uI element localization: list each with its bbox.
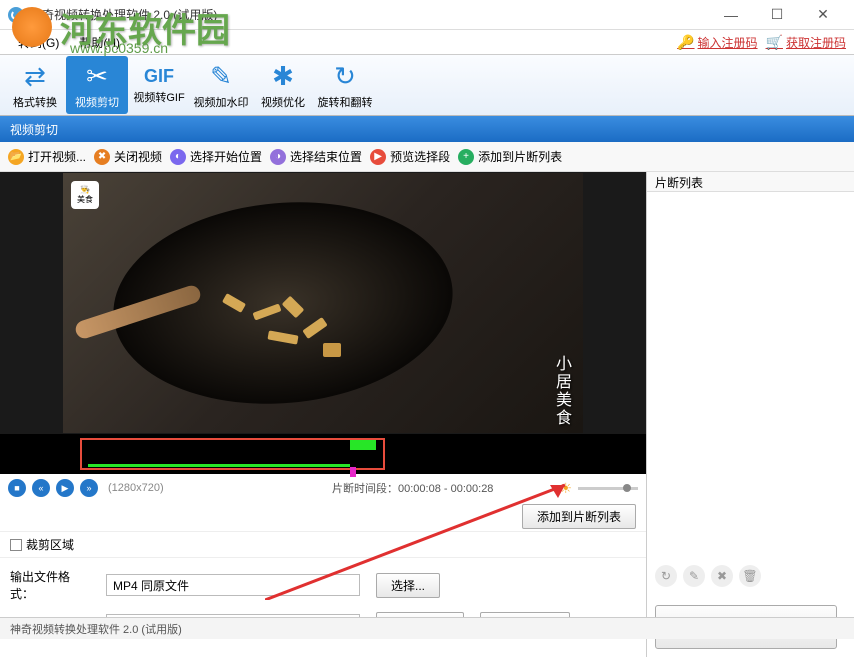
timeline[interactable]	[0, 434, 646, 474]
play-circle-icon: ▶	[370, 149, 386, 165]
clip-list-header: 片断列表	[647, 172, 854, 192]
crop-checkbox[interactable]	[10, 539, 22, 551]
add-to-list-button[interactable]: +添加到片断列表	[458, 148, 562, 165]
gif-icon: GIF	[144, 66, 174, 87]
format-input[interactable]	[106, 574, 360, 596]
stop-button[interactable]: ■	[8, 479, 26, 497]
menu-navigate[interactable]: 转到(G)	[8, 34, 69, 51]
enter-code-link[interactable]: 🔑输入注册码	[677, 34, 757, 51]
brightness-slider[interactable]	[578, 487, 638, 490]
clip-list[interactable]	[647, 192, 854, 557]
section-header: 视频剪切	[0, 116, 854, 142]
close-circle-icon: ✖	[94, 149, 110, 165]
select-start-button[interactable]: ◐选择开始位置	[170, 148, 262, 165]
tool-format-convert[interactable]: ⇄格式转换	[4, 56, 66, 114]
action-bar: 📂打开视频... ✖关闭视频 ◐选择开始位置 ◑选择结束位置 ▶预览选择段 +添…	[0, 142, 854, 172]
crop-icon: ✂	[86, 61, 108, 92]
output-section: 输出文件格式： 选择... 输出到目录： 更改目录... 打开文件夹	[0, 558, 646, 657]
sparkle-icon: ✱	[272, 61, 294, 92]
refresh-clip-icon[interactable]: ↻	[655, 565, 677, 587]
app-icon	[8, 7, 24, 23]
menu-help[interactable]: 帮助(H)	[69, 34, 130, 51]
close-video-button[interactable]: ✖关闭视频	[94, 148, 162, 165]
tool-rotate[interactable]: ↻旋转和翻转	[314, 56, 376, 114]
source-logo-icon: 👨‍🍳美食	[71, 181, 99, 209]
forward-button[interactable]: »	[80, 479, 98, 497]
tool-optimize[interactable]: ✱视频优化	[252, 56, 314, 114]
video-caption: 小居美食	[549, 355, 573, 427]
menu-bar: 转到(G) 帮助(H) 🔑输入注册码 🛒获取注册码	[0, 30, 854, 54]
key-icon: 🔑	[677, 34, 694, 51]
playhead-marker[interactable]	[350, 440, 376, 450]
window-title: 神奇视频转换处理软件 2.0 (试用版)	[30, 6, 217, 23]
brush-icon: ✎	[210, 61, 232, 92]
delete-clip-icon[interactable]: ✖	[711, 565, 733, 587]
choose-format-button[interactable]: 选择...	[376, 573, 440, 598]
maximize-button[interactable]: ☐	[754, 0, 800, 30]
tool-video-cut[interactable]: ✂视频剪切	[66, 56, 128, 114]
minimize-button[interactable]: —	[708, 0, 754, 30]
cart-icon: 🛒	[766, 34, 783, 51]
tool-video-gif[interactable]: GIF视频转GIF	[128, 56, 190, 114]
end-marker[interactable]	[350, 467, 356, 477]
status-text: 神奇视频转换处理软件 2.0 (试用版)	[10, 621, 182, 637]
folder-open-icon: 📂	[8, 149, 24, 165]
brightness-icon: ☀	[559, 480, 572, 497]
format-label: 输出文件格式：	[10, 568, 90, 602]
time-label: 片断时间段：	[332, 483, 398, 495]
marker-start-icon: ◐	[170, 149, 186, 165]
title-bar: 神奇视频转换处理软件 2.0 (试用版) — ☐ ✕	[0, 0, 854, 30]
play-button[interactable]: ▶	[56, 479, 74, 497]
playback-controls: ■ « ▶ » (1280x720) 片断时间段：00:00:08 - 00:0…	[0, 474, 646, 502]
open-video-button[interactable]: 📂打开视频...	[8, 148, 86, 165]
trash-clip-icon[interactable]: 🗑	[739, 565, 761, 587]
status-bar: 神奇视频转换处理软件 2.0 (试用版)	[0, 617, 854, 639]
convert-icon: ⇄	[24, 61, 46, 92]
rewind-button[interactable]: «	[32, 479, 50, 497]
close-button[interactable]: ✕	[800, 0, 846, 30]
main-toolbar: ⇄格式转换 ✂视频剪切 GIF视频转GIF ✎视频加水印 ✱视频优化 ↻旋转和翻…	[0, 54, 854, 116]
plus-circle-icon: +	[458, 149, 474, 165]
get-code-link[interactable]: 🛒获取注册码	[766, 34, 846, 51]
selection-range[interactable]	[88, 464, 350, 467]
edit-clip-icon[interactable]: ✎	[683, 565, 705, 587]
preview-button[interactable]: ▶预览选择段	[370, 148, 450, 165]
select-end-button[interactable]: ◑选择结束位置	[270, 148, 362, 165]
resolution-text: (1280x720)	[108, 482, 164, 494]
time-range: 00:00:08 - 00:00:28	[398, 483, 493, 495]
tool-watermark[interactable]: ✎视频加水印	[190, 56, 252, 114]
add-clip-button[interactable]: 添加到片断列表	[522, 504, 636, 529]
rotate-icon: ↻	[334, 61, 356, 92]
marker-end-icon: ◑	[270, 149, 286, 165]
video-preview[interactable]: 👨‍🍳美食 小居美食	[0, 172, 646, 434]
crop-label: 裁剪区域	[26, 536, 74, 553]
